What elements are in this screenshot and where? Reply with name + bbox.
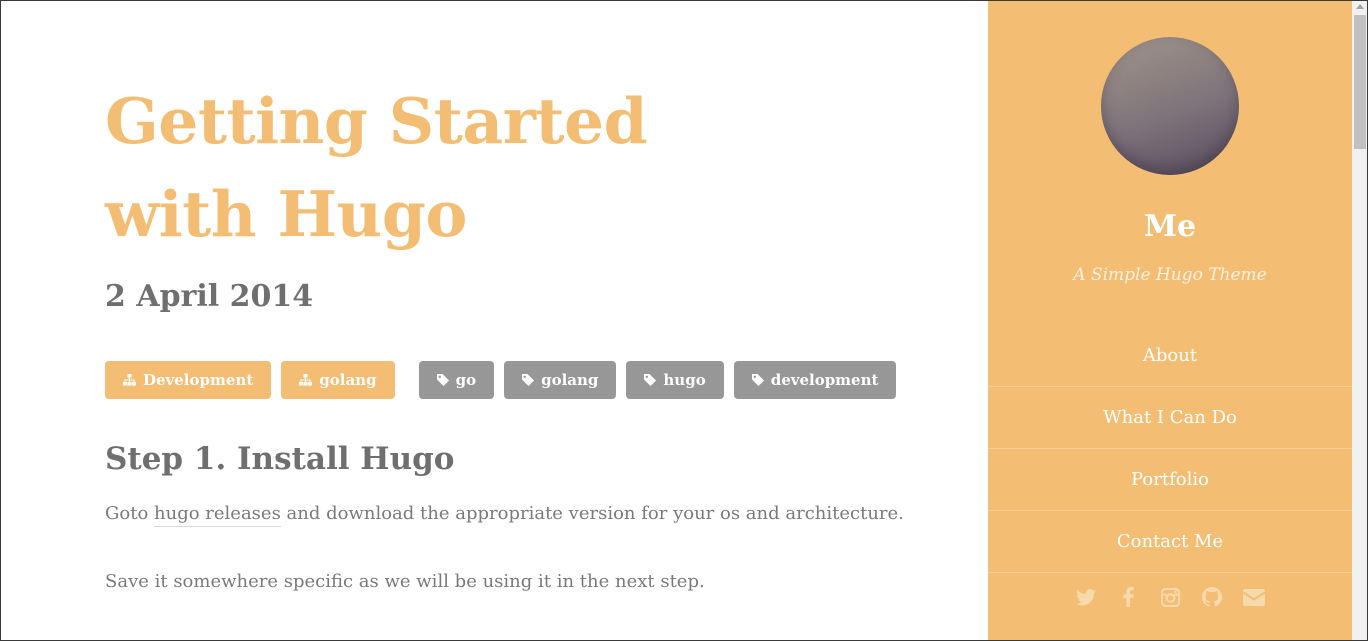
site-tagline: A Simple Hugo Theme [1073,265,1267,285]
tag-go[interactable]: go [418,361,495,399]
post-taxonomy: Development golang go golang hugo develo… [105,361,897,399]
tag-icon [751,374,764,386]
tag-icon [436,374,449,386]
sitemap-icon [123,374,136,386]
scroll-up-icon[interactable] [1356,4,1364,9]
twitter-icon[interactable] [1074,585,1098,609]
scrollbar-thumb[interactable] [1354,15,1366,149]
tag-golang[interactable]: golang [504,361,617,399]
category-development[interactable]: Development [105,361,272,399]
paragraph: Save it somewhere specific as we will be… [105,571,705,592]
site-name: Me [1143,209,1197,244]
tag-development[interactable]: development [733,361,897,399]
tag-hugo[interactable]: hugo [626,361,724,399]
paragraph-text: and download the appropriate version for… [280,503,904,524]
github-icon[interactable] [1200,585,1224,609]
tag-label: hugo [663,371,706,389]
avatar [1101,37,1239,175]
tag-label: golang [541,371,599,389]
category-label: Development [143,371,254,389]
paragraph-text: Goto [105,503,155,524]
post-title: Getting Started with Hugo [105,84,648,251]
sidebar: Me A Simple Hugo Theme About What I Can … [988,1,1352,640]
tag-label: go [455,371,477,389]
sitemap-icon [299,374,313,386]
nav-item-portfolio[interactable]: Portfolio [988,449,1352,511]
tag-icon [522,374,535,386]
email-icon[interactable] [1242,585,1266,609]
tag-icon [644,374,657,386]
paragraph: Goto hugo releases and download the appr… [105,503,904,527]
facebook-icon[interactable] [1116,585,1140,609]
instagram-icon[interactable] [1158,585,1182,609]
vertical-scrollbar[interactable] [1352,1,1367,640]
section-heading: Step 1. Install Hugo [105,441,455,477]
nav-item-contact-me[interactable]: Contact Me [988,511,1352,573]
sidebar-nav: About What I Can Do Portfolio Contact Me [988,325,1352,573]
hugo-releases-link[interactable]: hugo releases [154,503,281,527]
browser-viewport: Getting Started with Hugo 2 April 2014 D… [0,0,1368,641]
category-golang[interactable]: golang [281,361,395,399]
tag-label: development [770,371,879,389]
nav-item-about[interactable]: About [988,325,1352,387]
category-label: golang [319,371,377,389]
post-content: Getting Started with Hugo 2 April 2014 D… [105,75,925,592]
nav-item-what-i-can-do[interactable]: What I Can Do [988,387,1352,449]
post-date: 2 April 2014 [105,279,314,314]
social-links [988,585,1352,609]
